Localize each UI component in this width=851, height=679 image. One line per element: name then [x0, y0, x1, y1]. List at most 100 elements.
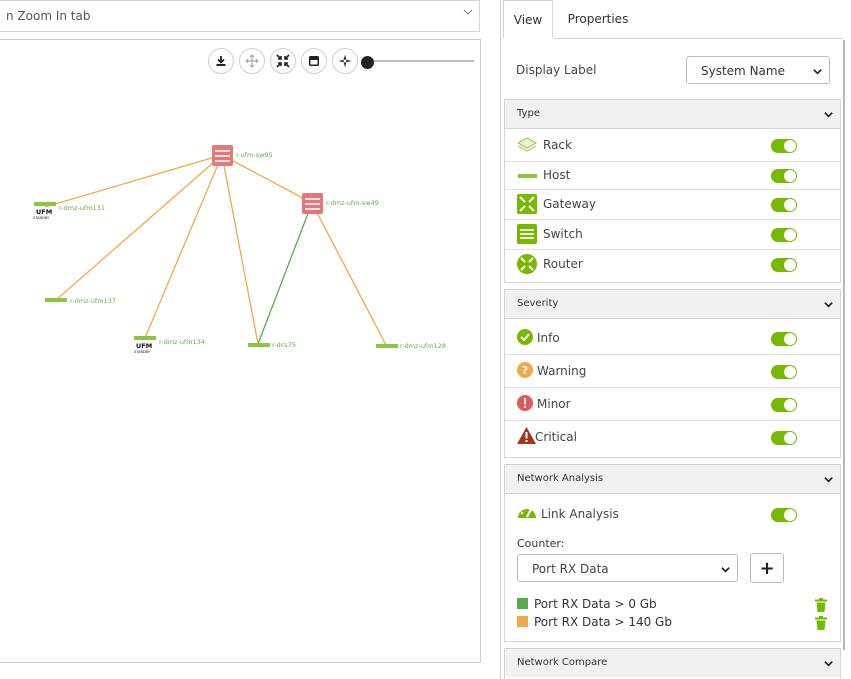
link-sw95-ufm134[interactable] [144, 154, 223, 339]
network-analysis-section: Network Analysis Link Analysis Counter: … [504, 464, 841, 642]
chevron-down-icon [824, 477, 833, 483]
side-panel-scrollbar[interactable] [843, 40, 845, 650]
display-label-value: System Name [701, 64, 785, 78]
legend-swatch-green [517, 598, 528, 609]
router-toggle[interactable] [771, 258, 797, 272]
display-label-label: Display Label [516, 63, 597, 77]
severity-label: Info [537, 331, 560, 345]
download-button[interactable] [208, 48, 234, 74]
link-analysis-toggle[interactable] [771, 508, 797, 522]
gateway-toggle[interactable] [771, 198, 797, 212]
critical-triangle-icon [517, 427, 536, 444]
topology-graph: r-ufm-sw95 r-dmz-ufm-sw49 UFM STANDBY r-… [33, 145, 446, 354]
severity-row-minor: Minor [505, 388, 840, 421]
switch-node-sw49[interactable]: r-dmz-ufm-sw49 [302, 193, 379, 214]
section-title: Severity [517, 298, 559, 309]
navigate-button[interactable] [332, 48, 358, 74]
node-label: r-dmz-ufm131 [59, 204, 105, 212]
add-counter-button[interactable]: + [750, 553, 784, 583]
type-row-router: Router [505, 250, 840, 281]
critical-toggle[interactable] [771, 431, 797, 445]
network-compare-section: Network Compare [504, 648, 841, 679]
type-label: Switch [543, 227, 583, 241]
host-node-ufm137[interactable]: r-dmz-ufm137 [45, 297, 116, 305]
pan-button[interactable] [239, 48, 265, 74]
link-sw95-sw49[interactable] [221, 154, 313, 204]
ufm-badge: UFM [36, 208, 52, 216]
info-toggle[interactable] [771, 332, 797, 346]
link-sw95-dcs75[interactable] [221, 154, 259, 345]
link-sw95-ufm131[interactable] [44, 154, 223, 208]
type-section-header[interactable]: Type [505, 100, 840, 129]
severity-section-header[interactable]: Severity [505, 290, 840, 319]
severity-label: Critical [535, 430, 577, 444]
host-icon [518, 174, 537, 178]
host-toggle[interactable] [771, 169, 797, 183]
link-analysis-label: Link Analysis [541, 507, 619, 521]
node-label: r-dmz-ufm128 [400, 342, 446, 350]
host-icon [45, 298, 67, 302]
download-icon [216, 56, 226, 66]
node-label: r-ufm-sw95 [236, 151, 273, 159]
severity-row-info: Info [505, 319, 840, 355]
legend-label: Port RX Data > 0 Gb [534, 597, 657, 611]
rack-icon [517, 137, 537, 152]
router-icon [517, 254, 537, 274]
network-compare-section-header[interactable]: Network Compare [505, 649, 840, 677]
trash-icon[interactable] [815, 598, 827, 612]
warning-toggle[interactable] [771, 365, 797, 379]
link-sw49-dcs75[interactable] [257, 202, 313, 345]
severity-label: Warning [537, 364, 587, 378]
node-label: r-dmz-ufm134 [159, 338, 205, 346]
rack-toggle[interactable] [771, 139, 797, 153]
network-analysis-section-header[interactable]: Network Analysis [505, 465, 840, 494]
type-label: Rack [543, 138, 572, 152]
legend-item: Port RX Data > 140 Gb [517, 615, 672, 629]
chevron-down-icon [813, 69, 822, 75]
minor-exclamation-icon [517, 395, 533, 411]
host-node-ufm128[interactable]: r-dmz-ufm128 [376, 342, 446, 350]
trash-icon[interactable] [815, 616, 827, 630]
minor-toggle[interactable] [771, 398, 797, 412]
node-label: r-dcs75 [272, 341, 296, 349]
link-sw95-ufm137[interactable] [55, 154, 223, 301]
gauge-icon [518, 505, 536, 518]
display-label-select[interactable]: System Name [686, 56, 830, 84]
host-icon [376, 344, 398, 348]
counter-value: Port RX Data [532, 562, 609, 576]
legend-label: Port RX Data > 140 Gb [534, 615, 672, 629]
type-row-host: Host [505, 162, 840, 190]
node-label: r-dmz-ufm-sw49 [326, 199, 379, 207]
switch-icon [517, 224, 537, 244]
host-node-ufm134[interactable]: UFM STANDBY r-dmz-ufm134 [134, 336, 205, 354]
gateway-icon [517, 194, 537, 214]
counter-select[interactable]: Port RX Data [517, 554, 738, 582]
host-node-ufm131[interactable]: UFM STANDBY r-dmz-ufm131 [33, 202, 105, 220]
zoom-slider-track[interactable] [364, 60, 474, 62]
zoom-slider-handle[interactable] [361, 56, 374, 69]
chevron-down-icon [463, 9, 473, 15]
severity-row-critical: Critical [505, 421, 840, 459]
host-node-dcs75[interactable]: r-dcs75 [248, 341, 296, 349]
link-sw49-ufm128[interactable] [311, 202, 387, 346]
collapse-button[interactable] [270, 48, 296, 74]
chevron-down-icon [824, 112, 833, 118]
collapse-icon [276, 54, 290, 68]
host-icon [34, 202, 56, 206]
chevron-down-icon [721, 567, 730, 573]
warning-question-icon: ? [517, 362, 533, 378]
type-row-gateway: Gateway [505, 190, 840, 220]
topology-links [44, 154, 387, 346]
switch-toggle[interactable] [771, 228, 797, 242]
tab-view[interactable]: View [503, 0, 553, 38]
chevron-down-icon [824, 302, 833, 308]
switch-node-sw95[interactable]: r-ufm-sw95 [212, 145, 273, 166]
standby-badge: STANDBY [134, 350, 151, 354]
standby-badge: STANDBY [33, 216, 50, 220]
severity-section: Severity Info ? Warning Minor Critical [504, 289, 841, 458]
zoom-mode-dropdown[interactable]: n Zoom In tab [0, 0, 480, 32]
legend-swatch-orange [517, 616, 528, 627]
tab-properties[interactable]: Properties [560, 0, 636, 38]
chevron-down-icon [824, 661, 833, 667]
window-button[interactable] [301, 48, 327, 74]
